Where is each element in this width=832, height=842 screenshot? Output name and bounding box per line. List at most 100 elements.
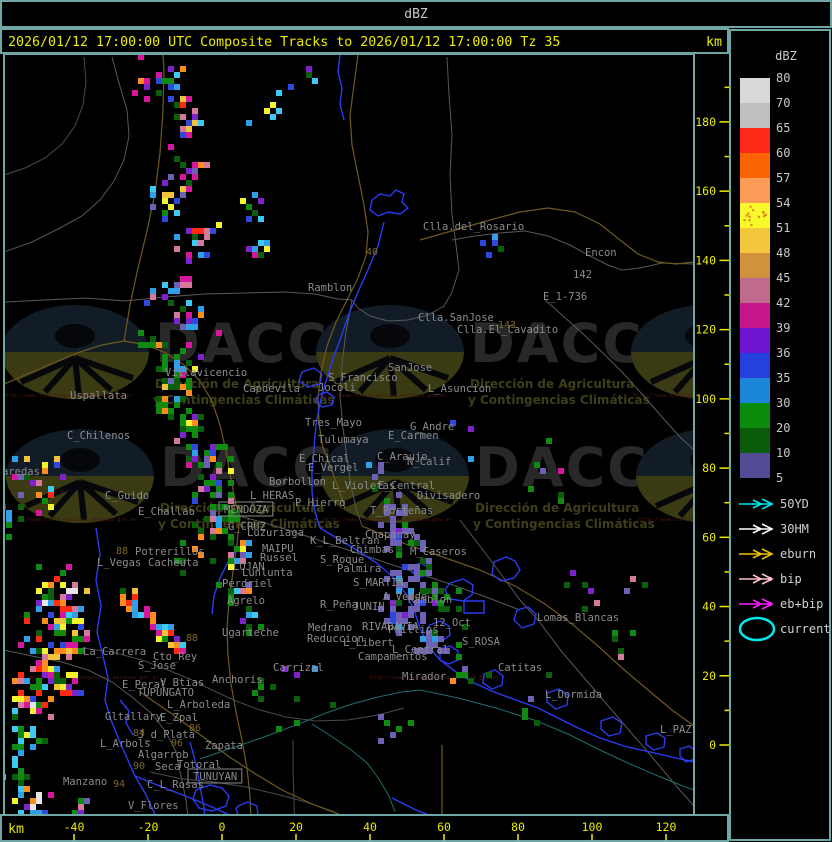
radar-echo-cell <box>210 450 216 456</box>
radar-echo-cell <box>144 96 150 102</box>
radar-echo-cell <box>192 174 198 180</box>
radar-echo-cell <box>48 792 54 798</box>
watermark-line2: y Contingencias Climáticas <box>473 517 655 531</box>
radar-echo-cell <box>168 192 174 198</box>
scale-speckle <box>749 205 752 208</box>
radar-echo-cell <box>18 678 24 684</box>
radar-echo-cell <box>78 636 84 642</box>
radar-echo-cell <box>18 504 24 510</box>
radar-echo-cell <box>228 552 234 558</box>
map-label: L_PAZ <box>660 724 692 736</box>
radar-echo-cell <box>18 750 24 756</box>
radar-echo-cell <box>180 432 186 438</box>
radar-echo-cell <box>12 726 18 732</box>
window-title: dBZ <box>404 7 428 22</box>
radar-echo-cell <box>66 672 72 678</box>
radar-echo-cell <box>72 642 78 648</box>
map-label: E_Vergel <box>308 462 359 474</box>
y-axis-unit: km <box>706 35 722 50</box>
radar-echo-cell <box>594 600 600 606</box>
radar-echo-cell <box>498 246 504 252</box>
radar-echo-cell <box>36 606 42 612</box>
radar-echo-cell <box>228 534 234 540</box>
radar-echo-cell <box>60 684 66 690</box>
radar-echo-cell <box>390 612 396 618</box>
radar-echo-cell <box>180 276 186 282</box>
radar-echo-cell <box>408 606 414 612</box>
y-tick-label: 20 <box>702 669 716 683</box>
scale-swatch <box>740 428 770 453</box>
map-label: TUPUNGATO <box>137 687 194 699</box>
radar-echo-cell <box>30 702 36 708</box>
radar-echo-cell <box>162 402 168 408</box>
radar-echo-cell <box>60 582 66 588</box>
radar-echo-cell <box>138 330 144 336</box>
radar-echo-cell <box>414 570 420 576</box>
watermark-line1: Dirección de Agricultura <box>785 377 832 391</box>
radar-echo-cell <box>222 444 228 450</box>
radar-echo-cell <box>186 312 192 318</box>
scale-speckle <box>743 219 746 222</box>
radar-echo-cell <box>30 798 36 804</box>
radar-echo-cell <box>216 480 222 486</box>
radar-echo-cell <box>36 600 42 606</box>
radar-echo-cell <box>558 492 564 498</box>
radar-echo-cell <box>546 672 552 678</box>
radar-echo-cell <box>168 408 174 414</box>
radar-echo-cell <box>438 636 444 642</box>
radar-echo-cell <box>456 588 462 594</box>
radar-echo-cell <box>426 570 432 576</box>
radar-echo-cell <box>180 384 186 390</box>
radar-echo-cell <box>216 468 222 474</box>
radar-echo-cell <box>378 522 384 528</box>
radar-echo-cell <box>174 636 180 642</box>
radar-echo-cell <box>162 396 168 402</box>
radar-echo-cell <box>186 276 192 282</box>
radar-echo-cell <box>126 606 132 612</box>
radar-echo-cell <box>186 456 192 462</box>
radar-echo-cell <box>84 798 90 804</box>
radar-echo-cell <box>204 456 210 462</box>
radar-echo-cell <box>180 414 186 420</box>
radar-echo-cell <box>54 684 60 690</box>
map-label: Borbollon <box>269 476 326 488</box>
radar-echo-cell <box>270 114 276 120</box>
radar-echo-cell <box>60 642 66 648</box>
scale-swatch <box>740 103 770 128</box>
map-label: Gltallary <box>105 711 162 723</box>
radar-echo-cell <box>30 732 36 738</box>
map-content: DACC Dirección de Agricultura y Contingenc… <box>5 55 832 814</box>
dacc-logo-pupil <box>55 324 95 348</box>
radar-echo-cell <box>246 540 252 546</box>
radar-echo-cell <box>78 618 84 624</box>
legend-label: bip <box>780 572 802 586</box>
legend-label: 50YD <box>780 497 809 511</box>
map-label: Tres_Mayo <box>305 417 362 429</box>
radar-echo-cell <box>168 384 174 390</box>
radar-echo-cell <box>78 690 84 696</box>
radar-echo-cell <box>522 708 528 714</box>
radar-screen: dBZ 2026/01/12 17:00:00 UTC Composite Tr… <box>0 0 832 842</box>
radar-echo-cell <box>78 606 84 612</box>
radar-echo-cell <box>186 408 192 414</box>
radar-echo-cell <box>168 84 174 90</box>
radar-echo-cell <box>54 462 60 468</box>
radar-echo-cell <box>48 612 54 618</box>
radar-echo-cell <box>72 606 78 612</box>
scale-swatch <box>740 278 770 303</box>
channel-blob <box>463 600 485 614</box>
radar-echo-cell <box>174 360 180 366</box>
radar-echo-cell <box>60 630 66 636</box>
scale-label: 36 <box>776 346 790 360</box>
radar-echo-cell <box>60 594 66 600</box>
radar-echo-cell <box>168 144 174 150</box>
radar-echo-cell <box>204 486 210 492</box>
radar-echo-cell <box>36 636 42 642</box>
radar-echo-cell <box>48 624 54 630</box>
radar-echo-cell <box>162 198 168 204</box>
radar-echo-cell <box>54 456 60 462</box>
radar-echo-cell <box>12 714 18 720</box>
legend-label: eb+bip <box>780 597 823 611</box>
scale-swatch <box>740 403 770 428</box>
radar-echo-cell <box>36 666 42 672</box>
